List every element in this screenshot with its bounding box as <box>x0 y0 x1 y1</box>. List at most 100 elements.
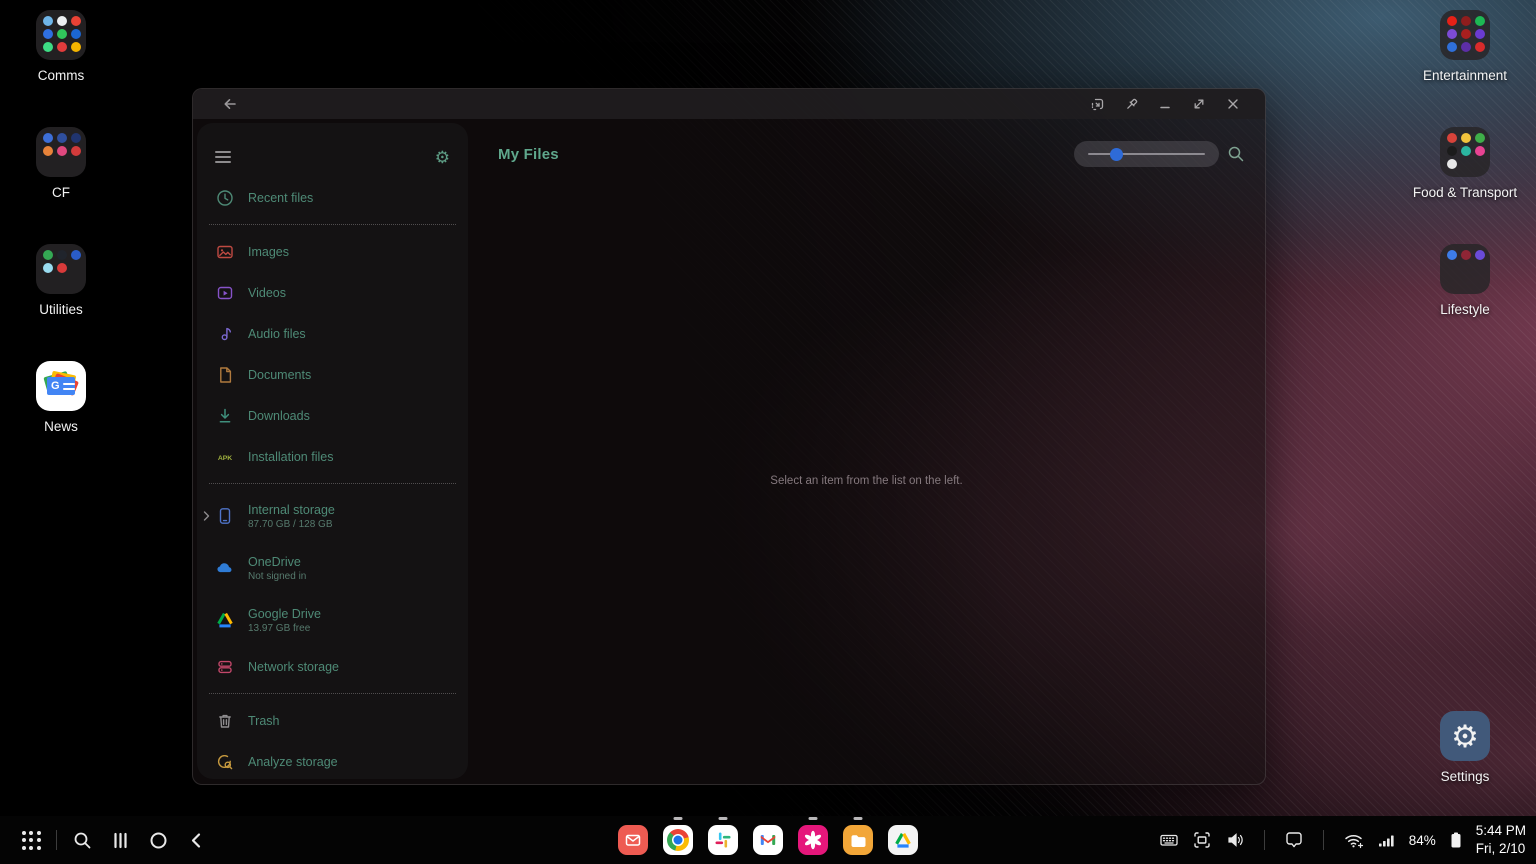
sidebar-item-google-drive[interactable]: Google Drive13.97 GB free <box>197 594 468 646</box>
taskbar-app-my-files-icon[interactable] <box>843 825 873 855</box>
pin-icon[interactable] <box>1119 93 1143 115</box>
analyze-storage-icon <box>215 752 235 772</box>
audio-icon <box>215 324 235 344</box>
sidebar-item-label: Installation files <box>248 450 333 464</box>
recents-icon[interactable] <box>101 816 139 864</box>
trash-icon <box>215 711 235 731</box>
search-icon[interactable] <box>1227 145 1245 163</box>
mini-app-dot <box>43 146 53 156</box>
taskbar-app-google-drive-icon[interactable] <box>888 825 918 855</box>
desktop-icon-comms[interactable]: Comms <box>1 10 121 87</box>
mini-app-dot <box>1461 16 1471 26</box>
sidebar-items: Recent files ImagesVideos Audio files Docum… <box>197 177 468 779</box>
capture-icon[interactable] <box>1192 830 1212 850</box>
signal-icon <box>1378 831 1396 849</box>
mini-app-dot <box>1461 29 1471 39</box>
sidebar-item-documents[interactable]: Documents <box>197 354 468 395</box>
mini-app-dot <box>57 250 67 260</box>
sidebar-item-trash[interactable]: Trash <box>197 700 468 741</box>
desktop-icon-label: Entertainment <box>1423 67 1507 86</box>
taskbar-app-slack-icon[interactable] <box>708 825 738 855</box>
window-body: ⚙ Recent files ImagesVideos Audio files Doc… <box>193 119 1265 784</box>
taskbar-app-chrome-icon[interactable] <box>663 825 693 855</box>
settings-gear-icon[interactable]: ⚙ <box>435 149 450 166</box>
desktop-icon-label: Food & Transport <box>1413 184 1517 203</box>
mini-app-dot <box>1447 159 1457 169</box>
hamburger-menu-icon[interactable] <box>215 151 231 163</box>
back-icon[interactable] <box>177 816 215 864</box>
folder-icon <box>1440 127 1490 177</box>
chat-icon[interactable] <box>1284 830 1304 850</box>
popup-view-icon[interactable] <box>1085 93 1109 115</box>
sidebar-item-images[interactable]: Images <box>197 231 468 272</box>
mini-app-dot <box>1447 42 1457 52</box>
mini-app-dot <box>1447 146 1457 156</box>
mini-app-dot <box>43 29 53 39</box>
sidebar-divider <box>209 483 456 484</box>
mini-app-dot <box>1447 16 1457 26</box>
desktop-icon-settings[interactable]: ⚙Settings <box>1405 711 1525 788</box>
taskbar-app-email-icon[interactable] <box>618 825 648 855</box>
mini-app-dot <box>1475 42 1485 52</box>
volume-icon[interactable] <box>1225 830 1245 850</box>
apps-grid-icon[interactable] <box>12 816 50 864</box>
expand-chevron-icon[interactable] <box>202 510 211 522</box>
folder-icon <box>36 10 86 60</box>
sidebar-item-recent-files[interactable]: Recent files <box>197 177 468 218</box>
desktop-icon-food-transport[interactable]: Food & Transport <box>1405 127 1525 204</box>
slider-thumb[interactable] <box>1110 148 1123 161</box>
desktop-icon-entertainment[interactable]: Entertainment <box>1405 10 1525 87</box>
sidebar-item-downloads[interactable]: Downloads <box>197 395 468 436</box>
sidebar-item-network-storage[interactable]: Network storage <box>197 646 468 687</box>
sidebar-item-audio-files[interactable]: Audio files <box>197 313 468 354</box>
mini-app-dot <box>1461 146 1471 156</box>
sidebar-item-analyze-storage[interactable]: Analyze storage <box>197 741 468 779</box>
sidebar-item-label: Documents <box>248 368 311 382</box>
maximize-icon[interactable] <box>1187 93 1211 115</box>
running-indicator <box>809 817 818 820</box>
desktop-right-column: Entertainment Food & Transport Lifestyle <box>1405 10 1525 321</box>
desktop-icon-label: Lifestyle <box>1440 301 1490 320</box>
back-icon[interactable] <box>219 93 241 115</box>
mini-app-dot <box>43 133 53 143</box>
home-icon[interactable] <box>139 816 177 864</box>
icon-size-slider[interactable] <box>1074 141 1219 167</box>
mini-app-dot <box>1475 146 1485 156</box>
mini-app-dot <box>43 16 53 26</box>
sidebar-item-label: Analyze storage <box>248 755 338 769</box>
empty-state-hint: Select an item from the list on the left… <box>468 475 1265 487</box>
minimize-icon[interactable] <box>1153 93 1177 115</box>
downloads-icon <box>215 406 235 426</box>
sidebar-item-installation-files[interactable]: APK Installation files <box>197 436 468 477</box>
clock[interactable]: 5:44 PM Fri, 2/10 <box>1476 822 1526 857</box>
divider <box>1323 830 1324 850</box>
sidebar-item-label: Audio files <box>248 327 306 341</box>
keyboard-icon[interactable] <box>1159 830 1179 850</box>
mini-app-dot <box>71 29 81 39</box>
desktop-icon-cf[interactable]: CF <box>1 127 121 204</box>
mini-app-dot <box>1475 29 1485 39</box>
search-icon[interactable] <box>63 816 101 864</box>
wifi-icon[interactable] <box>1343 830 1365 850</box>
desktop-icon-lifestyle[interactable]: Lifestyle <box>1405 244 1525 321</box>
window-controls <box>1085 93 1253 115</box>
close-icon[interactable] <box>1221 93 1245 115</box>
desktop-icon-news[interactable]: GNews <box>1 361 121 438</box>
svg-text:APK: APK <box>218 455 232 462</box>
mini-app-dot <box>43 250 53 260</box>
sidebar-item-videos[interactable]: Videos <box>197 272 468 313</box>
desktop-icon-label: News <box>44 418 78 437</box>
page-title: My Files <box>498 146 559 163</box>
sidebar: ⚙ Recent files ImagesVideos Audio files Doc… <box>197 123 468 779</box>
sidebar-item-internal-storage[interactable]: Internal storage87.70 GB / 128 GB <box>197 490 468 542</box>
sidebar-divider <box>209 224 456 225</box>
network-storage-icon <box>215 657 235 677</box>
taskbar-app-gallery-icon[interactable] <box>798 825 828 855</box>
mini-app-dot <box>1461 42 1471 52</box>
sidebar-item-onedrive[interactable]: OneDriveNot signed in <box>197 542 468 594</box>
divider <box>1264 830 1265 850</box>
desktop-icon-utilities[interactable]: Utilities <box>1 244 121 321</box>
taskbar-status: 84% 5:44 PM Fri, 2/10 <box>1159 816 1526 864</box>
battery-icon <box>1449 830 1463 850</box>
taskbar-app-gmail-icon[interactable] <box>753 825 783 855</box>
